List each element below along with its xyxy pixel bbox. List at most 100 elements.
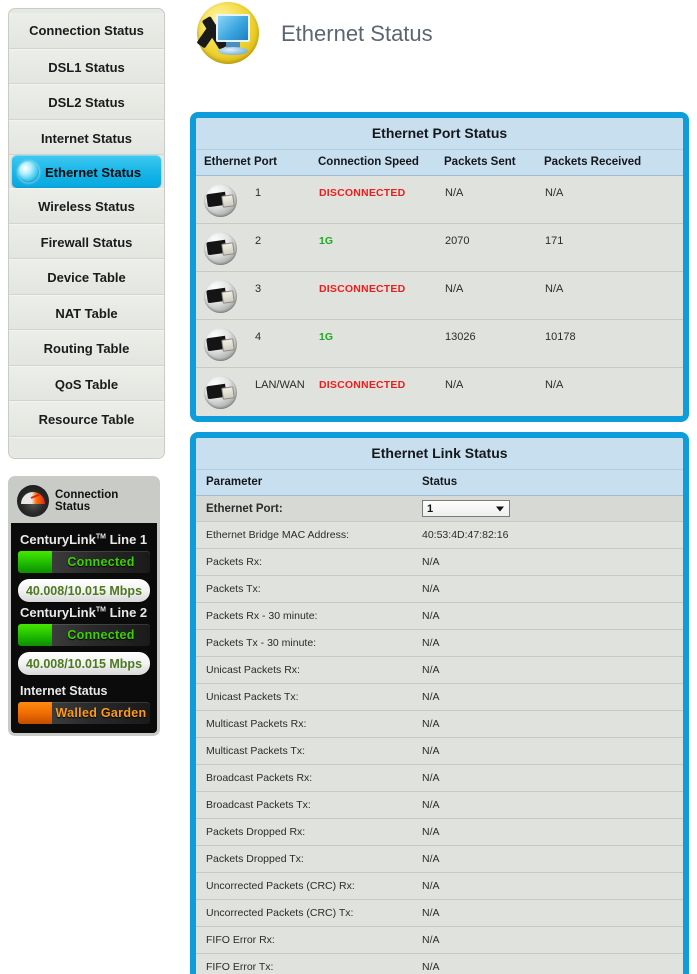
- line2-trademark: TM: [95, 606, 106, 614]
- parameter-label: Packets Dropped Tx:: [196, 845, 418, 873]
- parameter-value: N/A: [418, 899, 683, 927]
- ethernet-port-icon-cell: [196, 175, 254, 224]
- sidebar-item-label: DSL2 Status: [48, 95, 125, 110]
- internet-status-label: Internet Status: [20, 684, 108, 698]
- sidebar-item-ethernet-status[interactable]: Ethernet Status: [12, 155, 161, 188]
- sidebar-item-label: NAT Table: [55, 305, 118, 321]
- rj45-connector-icon: [204, 376, 239, 409]
- sidebar-item-resource-table[interactable]: Resource Table: [9, 401, 164, 437]
- packets-sent-value: N/A: [444, 367, 544, 416]
- sidebar-item-internet-status[interactable]: Internet Status: [9, 119, 164, 155]
- parameter-label: Unicast Packets Rx:: [196, 656, 418, 684]
- table-row: 3 DISCONNECTED N/A N/A: [196, 271, 683, 320]
- connection-speed-value: DISCONNECTED: [319, 379, 406, 391]
- sidebar-item-firewall-status[interactable]: Firewall Status: [9, 223, 164, 259]
- parameter-value: N/A: [418, 683, 683, 711]
- sidebar-nav: Connection Status DSL1 Status DSL2 Status I…: [8, 8, 165, 459]
- parameter-label: Broadcast Packets Tx:: [196, 791, 418, 819]
- packets-received-value: 10178: [544, 319, 683, 368]
- line1-status-text: Connected: [67, 555, 135, 569]
- parameter-value: N/A: [418, 872, 683, 900]
- parameter-value: N/A: [418, 548, 683, 576]
- ethernet-link-status-table: Parameter Status Ethernet Port: 1 Ethern…: [196, 470, 683, 974]
- table-row: 1 DISCONNECTED N/A N/A: [196, 175, 683, 224]
- port-number: 2: [254, 223, 318, 272]
- parameter-value: N/A: [418, 656, 683, 684]
- sidebar-item-dsl1-status[interactable]: DSL1 Status: [9, 48, 164, 84]
- parameter-label: Packets Dropped Rx:: [196, 818, 418, 846]
- sidebar-item-label: Ethernet Status: [45, 165, 142, 180]
- list-item: Ethernet Bridge MAC Address: 40:53:4D:47:…: [196, 521, 683, 549]
- sidebar-item-label: Firewall Status: [40, 234, 133, 250]
- list-item: Unicast Packets Rx: N/A: [196, 656, 683, 684]
- ethernet-port-icon-cell: [196, 319, 254, 368]
- list-item: Packets Tx: N/A: [196, 575, 683, 603]
- table-row: 2 1G 2070 171: [196, 223, 683, 272]
- packets-received-value: N/A: [544, 367, 683, 416]
- list-item: Packets Rx: N/A: [196, 548, 683, 576]
- list-item: Unicast Packets Tx: N/A: [196, 683, 683, 711]
- connection-status-body: CenturyLinkTM Line 1 Connected 40.008/10…: [11, 523, 157, 733]
- list-item: Packets Dropped Rx: N/A: [196, 818, 683, 846]
- line2-status-badge: Connected: [18, 624, 150, 646]
- chevron-down-icon: [496, 506, 504, 511]
- ethernet-port-icon-cell: [196, 367, 254, 416]
- line1-led-icon: [18, 551, 52, 573]
- sidebar-item-label: Wireless Status: [38, 199, 135, 214]
- line1-status-badge: Connected: [18, 551, 150, 573]
- table-row: 4 1G 13026 10178: [196, 319, 683, 368]
- rj45-connector-icon: [204, 184, 239, 217]
- parameter-label: Packets Rx:: [196, 548, 418, 576]
- sidebar-item-nat-table[interactable]: NAT Table: [9, 294, 164, 330]
- line2-status-text: Connected: [67, 628, 135, 642]
- parameter-value: N/A: [418, 710, 683, 738]
- packets-sent-value: N/A: [444, 271, 544, 320]
- rj45-connector-icon: [204, 328, 239, 361]
- parameter-label: Ethernet Bridge MAC Address:: [196, 521, 418, 549]
- sidebar-item-label: Resource Table: [38, 412, 135, 427]
- connection-speed-value: DISCONNECTED: [319, 187, 406, 199]
- sidebar-item-label: Routing Table: [43, 341, 130, 356]
- port-number: LAN/WAN: [254, 367, 318, 416]
- page-root: Connection Status DSL1 Status DSL2 Status I…: [0, 0, 697, 974]
- ethernet-port-select[interactable]: 1: [422, 500, 510, 517]
- line1-speed-value: 40.008/10.015 Mbps: [18, 579, 150, 602]
- parameter-value: N/A: [418, 926, 683, 954]
- packets-received-value: 171: [544, 223, 683, 272]
- parameter-label: Multicast Packets Rx:: [196, 710, 418, 738]
- list-item: Multicast Packets Tx: N/A: [196, 737, 683, 765]
- sidebar-item-label: QoS Table: [54, 376, 119, 392]
- list-item: Uncorrected Packets (CRC) Tx: N/A: [196, 899, 683, 927]
- internet-led-icon: [18, 702, 52, 724]
- connection-status-title-line1: Connection: [55, 488, 119, 501]
- packets-received-value: N/A: [544, 175, 683, 224]
- line2-label: CenturyLinkTM Line 2: [20, 605, 148, 620]
- ethernet-port-icon-cell: [196, 271, 254, 320]
- sidebar-item-dsl2-status[interactable]: DSL2 Status: [9, 84, 164, 120]
- line2-speed-value: 40.008/10.015 Mbps: [18, 652, 150, 675]
- sidebar-item-label: DSL1 Status: [48, 59, 125, 75]
- sidebar-item-device-table[interactable]: Device Table: [9, 259, 164, 295]
- port-number: 3: [254, 271, 318, 320]
- list-item: Packets Dropped Tx: N/A: [196, 845, 683, 873]
- ethernet-port-select-value: 1: [427, 502, 434, 515]
- parameter-value: N/A: [418, 629, 683, 657]
- ethernet-port-status-table: Ethernet Port Connection Speed Packets S…: [196, 150, 683, 416]
- list-item: FIFO Error Rx: N/A: [196, 926, 683, 954]
- sidebar-item-routing-table[interactable]: Routing Table: [9, 330, 164, 366]
- ethernet-port-selector-label: Ethernet Port:: [196, 495, 418, 522]
- sidebar-item-qos-table[interactable]: QoS Table: [9, 365, 164, 401]
- sidebar-item-label: Device Table: [47, 270, 126, 285]
- parameter-value: N/A: [418, 845, 683, 873]
- line1-trademark: TM: [95, 533, 106, 541]
- table-row: LAN/WAN DISCONNECTED N/A N/A: [196, 367, 683, 416]
- sidebar-item-label: Internet Status: [40, 130, 132, 146]
- link-table-header-row: Parameter Status: [196, 470, 683, 496]
- sidebar-item-wireless-status[interactable]: Wireless Status: [9, 188, 164, 224]
- parameter-label: Packets Tx:: [196, 575, 418, 603]
- column-header-packets-sent: Packets Sent: [444, 150, 544, 176]
- sidebar-item-connection-status[interactable]: Connection Status: [9, 13, 164, 49]
- monitor-check-icon: [195, 0, 263, 68]
- line2-led-icon: [18, 624, 52, 646]
- rj45-connector-icon: [204, 280, 239, 313]
